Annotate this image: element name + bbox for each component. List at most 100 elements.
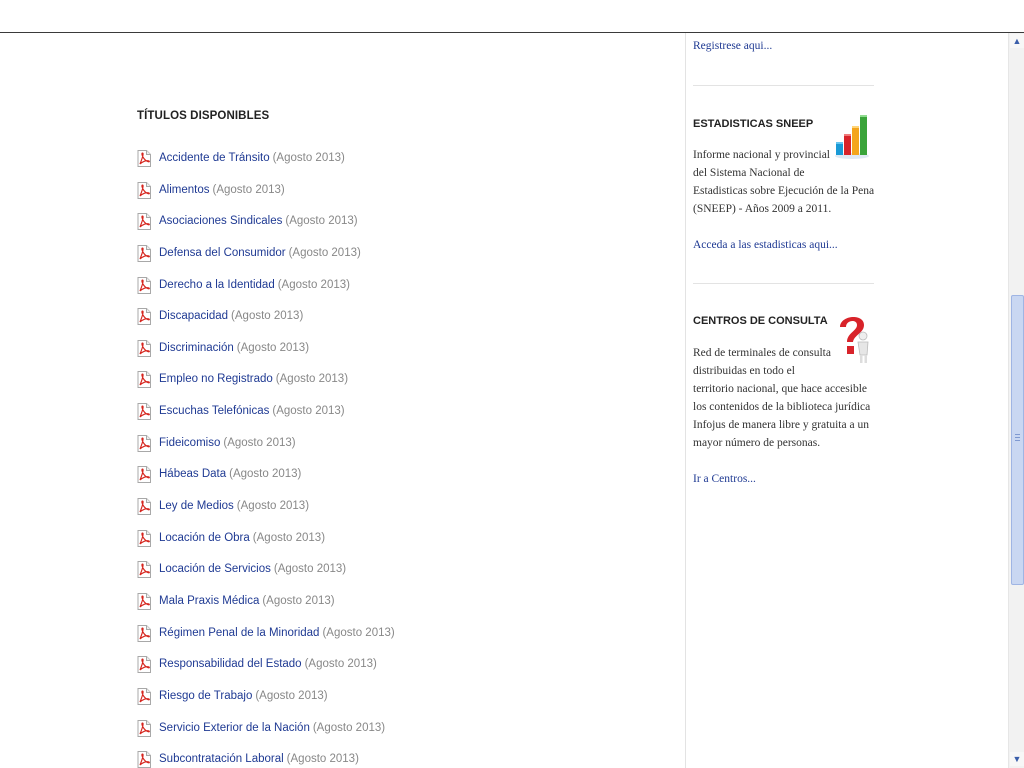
pdf-file-icon[interactable] (137, 371, 151, 389)
pdf-file-icon[interactable] (137, 308, 151, 326)
title-link[interactable]: Servicio Exterior de la Nación (159, 720, 310, 736)
title-link[interactable]: Discapacidad (159, 308, 228, 324)
title-list-item: Régimen Penal de la Minoridad (Agosto 201… (137, 624, 395, 657)
title-list-item: Alimentos (Agosto 2013) (137, 181, 395, 214)
title-link[interactable]: Defensa del Consumidor (159, 245, 286, 261)
title-date: (Agosto 2013) (252, 531, 326, 544)
title-date: (Agosto 2013) (212, 183, 285, 196)
centers-text-line: mayor número de personas. (693, 437, 821, 449)
title-date: (Agosto 2013) (275, 373, 349, 386)
title-date: (Agosto 2013) (229, 468, 302, 481)
vertical-scrollbar[interactable]: ▲ ▼ (1008, 33, 1024, 768)
pdf-file-icon[interactable] (137, 719, 151, 737)
title-list-item: Mala Praxis Médica (Agosto 2013) (137, 592, 395, 625)
title-date: (Agosto 2013) (277, 278, 350, 291)
stats-text-line: Estadisticas sobre Ejecución de la Pena (693, 185, 875, 197)
title-list-item: Escuchas Telefónicas (Agosto 2013) (137, 403, 395, 435)
centers-heading: CENTROS DE CONSULTA (693, 315, 828, 327)
title-list-item: Defensa del Consumidor (Agosto 2013) (137, 244, 395, 277)
centers-text-line: territorio nacional, que hace accesible (693, 383, 868, 395)
scroll-grip-line (1015, 434, 1020, 435)
title-list-item: Discriminación (Agosto 2013) (137, 339, 395, 372)
pdf-file-icon[interactable] (137, 150, 151, 167)
title-list-item: Fideicomiso (Agosto 2013) (137, 434, 395, 467)
stats-text-line: Informe nacional y provincial (693, 149, 830, 161)
title-list-item: Accidente de Tránsito (Agosto 2013) (137, 150, 395, 182)
title-date: (Agosto 2013) (262, 594, 335, 607)
pdf-file-icon[interactable] (137, 434, 151, 452)
register-link[interactable]: Registrese aqui... (693, 40, 772, 52)
title-link[interactable]: Accidente de Tránsito (159, 150, 270, 166)
pdf-file-icon[interactable] (137, 498, 151, 516)
title-date: (Agosto 2013) (304, 658, 377, 671)
title-date: (Agosto 2013) (236, 341, 310, 354)
scroll-grip-line (1015, 437, 1020, 438)
pdf-file-icon[interactable] (137, 339, 151, 357)
pdf-file-icon[interactable] (137, 624, 151, 642)
title-date: (Agosto 2013) (223, 436, 296, 449)
stats-heading: ESTADISTICAS SNEEP (693, 118, 814, 130)
centers-description: Red de terminales de consulta distribuid… (693, 344, 875, 452)
title-link[interactable]: Locación de Servicios (159, 561, 271, 577)
title-link[interactable]: Alimentos (159, 182, 210, 198)
scroll-up-button[interactable]: ▲ (1010, 34, 1024, 48)
browser-top-bar (0, 0, 1024, 33)
stats-description: Informe nacional y provincial del Sistem… (693, 146, 875, 218)
centers-text-line: distribuidas en todo el (693, 365, 795, 377)
centers-text-line: Infojus de manera libre y gratuita a un (693, 419, 869, 431)
scroll-down-button[interactable]: ▼ (1010, 752, 1024, 766)
title-date: (Agosto 2013) (272, 405, 345, 418)
title-date: (Agosto 2013) (236, 500, 310, 513)
pdf-file-icon[interactable] (137, 656, 151, 674)
sidebar-separator (693, 85, 874, 86)
stats-link[interactable]: Acceda a las estadisticas aqui... (693, 239, 838, 251)
pdf-file-icon[interactable] (137, 466, 151, 484)
title-date: (Agosto 2013) (288, 246, 361, 259)
title-list-item: Asociaciones Sindicales (Agosto 2013) (137, 213, 395, 245)
title-date: (Agosto 2013) (286, 753, 359, 766)
title-link[interactable]: Mala Praxis Médica (159, 593, 259, 609)
title-date: (Agosto 2013) (255, 689, 328, 702)
pdf-file-icon[interactable] (137, 592, 151, 610)
title-list-item: Hábeas Data (Agosto 2013) (137, 466, 395, 498)
pdf-file-icon[interactable] (137, 751, 151, 768)
title-link[interactable]: Responsabilidad del Estado (159, 656, 302, 672)
title-link[interactable]: Escuchas Telefónicas (159, 403, 269, 419)
title-link[interactable]: Fideicomiso (159, 435, 220, 451)
centers-text-line: los contenidos de la biblioteca jurídica (693, 401, 871, 413)
pdf-file-icon[interactable] (137, 276, 151, 294)
stats-text-line: del Sistema Nacional de (693, 167, 805, 179)
pdf-file-icon[interactable] (137, 687, 151, 705)
title-date: (Agosto 2013) (231, 310, 304, 323)
scrollbar-thumb[interactable] (1011, 295, 1024, 585)
stats-text-line: (SNEEP) - Años 2009 a 2011. (693, 203, 832, 215)
title-link[interactable]: Subcontratación Laboral (159, 751, 284, 767)
title-list-item: Riesgo de Trabajo (Agosto 2013) (137, 687, 395, 720)
centers-link[interactable]: Ir a Centros... (693, 473, 756, 485)
title-list-item: Locación de Obra (Agosto 2013) (137, 529, 395, 562)
pdf-file-icon[interactable] (137, 561, 151, 579)
title-date: (Agosto 2013) (322, 626, 395, 639)
sidebar-separator (693, 283, 874, 284)
title-link[interactable]: Derecho a la Identidad (159, 277, 275, 293)
sidebar-divider (685, 33, 686, 768)
pdf-file-icon[interactable] (137, 213, 151, 231)
title-link[interactable]: Locación de Obra (159, 530, 250, 546)
title-link[interactable]: Riesgo de Trabajo (159, 688, 252, 704)
title-list-item: Discapacidad (Agosto 2013) (137, 308, 395, 340)
title-list-item: Subcontratación Laboral (Agosto 2013) (137, 751, 395, 768)
centers-text-line: Red de terminales de consulta (693, 347, 831, 359)
title-date: (Agosto 2013) (273, 563, 347, 576)
title-link[interactable]: Régimen Penal de la Minoridad (159, 625, 319, 641)
title-link[interactable]: Discriminación (159, 340, 234, 356)
pdf-file-icon[interactable] (137, 181, 151, 199)
title-link[interactable]: Empleo no Registrado (159, 371, 273, 387)
pdf-file-icon[interactable] (137, 403, 151, 421)
titles-list: Accidente de Tránsito (Agosto 2013) Alimen… (137, 150, 395, 768)
title-link[interactable]: Asociaciones Sindicales (159, 213, 282, 229)
scroll-grip-line (1015, 440, 1020, 441)
title-link[interactable]: Ley de Medios (159, 498, 234, 514)
title-link[interactable]: Hábeas Data (159, 466, 226, 482)
pdf-file-icon[interactable] (137, 529, 151, 547)
pdf-file-icon[interactable] (137, 244, 151, 262)
